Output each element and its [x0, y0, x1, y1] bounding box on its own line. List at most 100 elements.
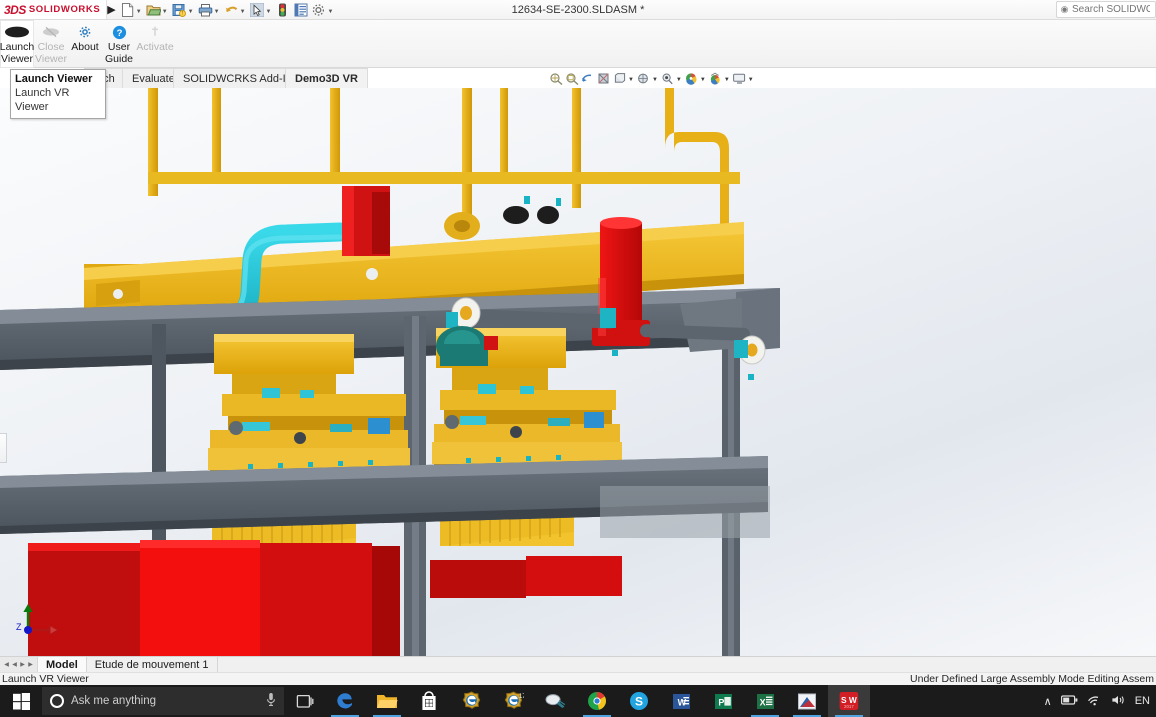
task-view-button[interactable]: [284, 694, 324, 709]
apply-scene-icon[interactable]: [708, 70, 723, 86]
edit-appearance-dropdown-icon[interactable]: ▼: [700, 73, 707, 83]
taskbar-chrome[interactable]: [576, 685, 618, 717]
user-guide-label-line2: Guide: [104, 53, 134, 65]
taskbar-store[interactable]: [408, 685, 450, 717]
bottom-tab-motion-study[interactable]: Etude de mouvement 1: [87, 657, 218, 672]
status-model-state: Under Defined Large Assembly Mode Editin…: [910, 673, 1154, 685]
svg-text:P: P: [718, 697, 724, 707]
feature-manager-collapse-handle[interactable]: [0, 433, 7, 463]
tab-nav-last-icon[interactable]: ▶: [27, 661, 34, 668]
cortana-search-box[interactable]: Ask me anything: [42, 687, 284, 715]
svg-text:2017: 2017: [844, 704, 854, 709]
edit-appearance-icon[interactable]: [684, 70, 699, 86]
svg-text:17: 17: [519, 694, 524, 700]
hide-show-dropdown-icon[interactable]: ▼: [676, 73, 683, 83]
cortana-placeholder: Ask me anything: [71, 695, 157, 707]
cortana-icon: [50, 694, 64, 708]
about-button[interactable]: About: [68, 20, 102, 68]
tray-network-icon[interactable]: [1087, 694, 1102, 709]
taskbar-emulator-2[interactable]: 17: [492, 685, 534, 717]
hide-show-items-icon[interactable]: [660, 70, 675, 86]
taskbar-file-explorer[interactable]: [366, 685, 408, 717]
tab-nav-first-icon[interactable]: ◀: [3, 661, 10, 668]
help-circle-icon: ?: [112, 23, 127, 41]
document-title: 12634-SE-2300.SLDASM *: [511, 3, 645, 16]
heads-up-view-toolbar: ▼ ▼ ▼ ▼ ▼ ▼: [548, 69, 755, 87]
taskbar-solidworks[interactable]: S W 2017: [828, 685, 870, 717]
view-orientation-dropdown-icon[interactable]: ▼: [628, 73, 635, 83]
close-viewer-label-line1: Close: [37, 41, 65, 53]
tooltip-description: Launch VR Viewer: [15, 87, 70, 113]
vr-headset-icon: [4, 23, 30, 41]
tab-nav-prev-icon[interactable]: ◀: [11, 661, 18, 668]
search-input[interactable]: [1072, 4, 1150, 15]
launch-viewer-tooltip: Launch Viewer Launch VR Viewer: [10, 69, 106, 119]
tray-language-indicator[interactable]: EN: [1135, 695, 1150, 707]
title-bar: 3DS SOLIDWORKS ▶ ▼ ▼ ! ▼ ▼ ▼ ▼ ▼ 12634-S…: [0, 0, 1156, 20]
svg-text:?: ?: [116, 28, 122, 39]
activate-key-icon: [148, 23, 162, 41]
close-viewer-icon: [41, 23, 61, 41]
command-manager-ribbon: Launch Viewer Close Viewer About ? User …: [0, 20, 1156, 68]
taskbar-edrawings[interactable]: [786, 685, 828, 717]
windows-taskbar: Ask me anything 17: [0, 685, 1156, 717]
previous-view-icon[interactable]: [580, 70, 595, 86]
display-style-dropdown-icon[interactable]: ▼: [652, 73, 659, 83]
tab-nav-arrows[interactable]: ◀ ◀ ▶ ▶: [0, 657, 38, 672]
coordinate-triad: Z: [14, 600, 60, 642]
tab-demo3d-vr[interactable]: Demo3D VR: [285, 68, 368, 88]
taskbar-wireshark[interactable]: [534, 685, 576, 717]
search-box[interactable]: ◉: [1056, 1, 1156, 18]
svg-text:X: X: [759, 697, 765, 707]
user-guide-label-line1: User: [107, 41, 131, 53]
tab-nav-next-icon[interactable]: ▶: [19, 661, 26, 668]
support-gusset: [680, 298, 742, 352]
about-label-line1: About: [71, 41, 99, 53]
start-button[interactable]: [0, 685, 42, 717]
microphone-icon[interactable]: [266, 692, 276, 710]
red-block-upper-left: [342, 186, 390, 256]
svg-text:Z: Z: [16, 622, 22, 632]
about-gear-icon: [78, 23, 92, 41]
status-bar: Launch VR Viewer Under Defined Large Ass…: [0, 672, 1156, 685]
svg-text:S: S: [635, 694, 643, 708]
taskbar-excel[interactable]: X: [744, 685, 786, 717]
launch-viewer-button[interactable]: Launch Viewer: [0, 20, 34, 68]
taskbar-powerpoint[interactable]: P: [702, 685, 744, 717]
taskbar-skype[interactable]: S: [618, 685, 660, 717]
grey-backplate: [600, 486, 770, 538]
taskbar-app-buttons: 17 S W P X S W2017: [324, 685, 870, 717]
tray-expand-chevron-icon[interactable]: ∧: [1044, 695, 1052, 708]
apply-scene-dropdown-icon[interactable]: ▼: [724, 73, 731, 83]
tray-battery-icon[interactable]: [1060, 694, 1078, 709]
document-tab-bar: ◀ ◀ ▶ ▶ Model Etude de mouvement 1: [0, 656, 1156, 672]
top-rollers: [444, 206, 559, 240]
view-orientation-icon[interactable]: [612, 70, 627, 86]
status-message: Launch VR Viewer: [2, 673, 89, 685]
launch-viewer-label-line2: Viewer: [1, 53, 33, 65]
user-guide-button[interactable]: ? User Guide: [102, 20, 136, 68]
red-product-blocks: [28, 540, 622, 656]
view-settings-icon[interactable]: [732, 70, 747, 86]
zoom-to-fit-icon[interactable]: [548, 70, 563, 86]
tray-volume-icon[interactable]: [1111, 694, 1126, 709]
close-viewer-button[interactable]: Close Viewer: [34, 20, 68, 68]
close-viewer-label-line2: Viewer: [35, 53, 67, 65]
bottom-tab-model[interactable]: Model: [38, 657, 87, 672]
activate-button[interactable]: Activate: [136, 20, 174, 68]
taskbar-emulator-1[interactable]: [450, 685, 492, 717]
svg-text:W: W: [677, 697, 686, 707]
tooltip-title: Launch Viewer: [15, 73, 93, 85]
search-icon: ◉: [1060, 4, 1069, 14]
activate-label: Activate: [136, 41, 174, 53]
taskbar-word[interactable]: W: [660, 685, 702, 717]
view-settings-dropdown-icon[interactable]: ▼: [748, 73, 755, 83]
section-view-icon[interactable]: [596, 70, 611, 86]
zoom-to-area-icon[interactable]: [564, 70, 579, 86]
system-tray: ∧ EN: [1044, 685, 1156, 717]
demo3d-vr-ribbon-group: Launch Viewer Close Viewer About ? User …: [0, 20, 1156, 68]
graphics-viewport[interactable]: Z: [0, 88, 1156, 656]
display-style-icon[interactable]: [636, 70, 651, 86]
taskbar-edge[interactable]: [324, 685, 366, 717]
launch-viewer-label-line1: Launch: [0, 41, 35, 53]
